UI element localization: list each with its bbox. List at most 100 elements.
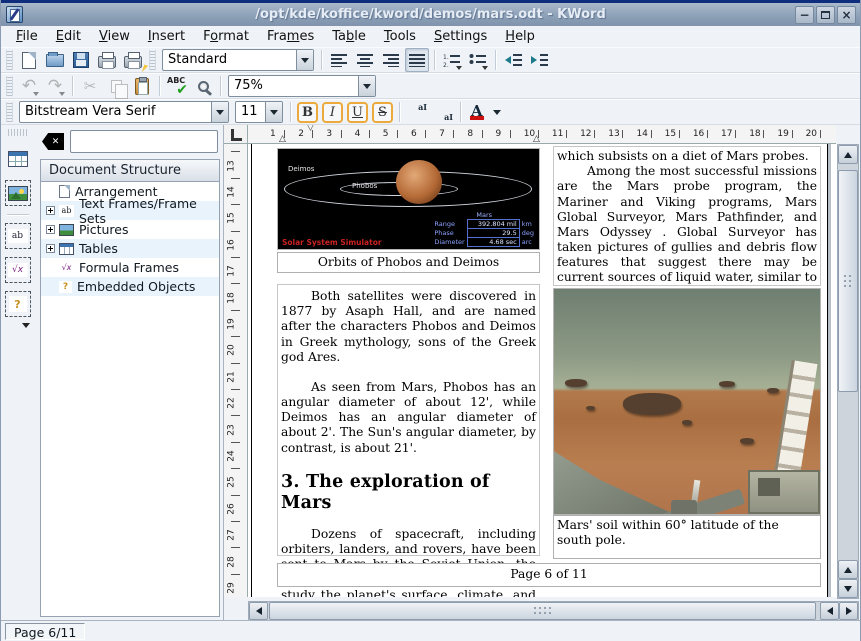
zoom-combo[interactable]: 75% bbox=[228, 75, 376, 97]
toolbar-drag-handle[interactable] bbox=[6, 76, 13, 96]
paragraph-style-combo[interactable]: Standard bbox=[162, 49, 314, 71]
solar-system-simulator-image[interactable]: Deimos Phobos Solar System Simulator Mar… bbox=[277, 148, 540, 250]
titlebar[interactable]: /opt/kde/koffice/kword/demos/mars.odt - … bbox=[1, 0, 860, 26]
menu-frames[interactable]: Frames bbox=[258, 27, 323, 46]
align-justify-button[interactable] bbox=[405, 48, 429, 72]
insert-picture-button[interactable] bbox=[5, 180, 31, 206]
tree-item-embedded-objects[interactable]: ? Embedded Objects bbox=[41, 277, 219, 296]
menu-edit[interactable]: Edit bbox=[47, 27, 90, 46]
scroll-right-button[interactable] bbox=[839, 602, 858, 620]
combo-dropdown-button[interactable] bbox=[211, 102, 228, 122]
expander-plus-icon[interactable] bbox=[46, 225, 55, 234]
font-size-combo[interactable]: 11 bbox=[235, 101, 283, 123]
font-color-dropdown-arrow[interactable] bbox=[493, 110, 501, 115]
numbered-list-button[interactable]: 1.2. bbox=[440, 48, 464, 72]
paste-button[interactable] bbox=[130, 74, 154, 98]
scroll-left-button[interactable] bbox=[249, 602, 268, 620]
toolbar-drag-handle[interactable] bbox=[8, 129, 28, 136]
undo-button[interactable]: ↶ bbox=[17, 74, 41, 98]
document-canvas[interactable]: Deimos Phobos Solar System Simulator Mar… bbox=[248, 144, 837, 597]
first-line-indent-marker[interactable]: ▽ bbox=[307, 125, 314, 133]
minimize-button[interactable]: − bbox=[795, 6, 814, 24]
insert-object-button[interactable]: ? bbox=[5, 291, 31, 317]
subscript-button[interactable]: AaI bbox=[431, 100, 455, 124]
cut-button[interactable]: ✂ bbox=[78, 74, 102, 98]
right-text-frame[interactable]: which subsists on a diet of Mars probes.… bbox=[553, 146, 821, 286]
expander-plus-icon[interactable] bbox=[46, 206, 55, 215]
orbits-caption-frame[interactable]: Orbits of Phobos and Deimos bbox=[277, 252, 540, 273]
document-icon bbox=[59, 185, 70, 198]
horizontal-scrollbar[interactable] bbox=[248, 601, 859, 621]
v-ruler[interactable]: 121314151617181920212223242526272829 bbox=[224, 144, 248, 597]
combo-dropdown-button[interactable] bbox=[265, 102, 282, 122]
toolbar-drag-handle[interactable] bbox=[149, 50, 156, 70]
redo-button[interactable]: ↷ bbox=[43, 74, 67, 98]
menu-file[interactable]: File bbox=[7, 27, 47, 46]
insert-table-button[interactable] bbox=[5, 146, 31, 172]
new-document-button[interactable] bbox=[17, 48, 41, 72]
tree-item-text-frames[interactable]: ab Text Frames/Frame Sets bbox=[41, 201, 219, 220]
underline-button[interactable]: U bbox=[347, 102, 368, 123]
maximize-button[interactable] bbox=[816, 6, 835, 24]
vertical-scrollbar-thumb[interactable] bbox=[838, 170, 858, 392]
align-right-button[interactable] bbox=[379, 48, 403, 72]
document-page[interactable]: Deimos Phobos Solar System Simulator Mar… bbox=[251, 144, 828, 597]
expander-plus-icon[interactable] bbox=[46, 244, 55, 253]
left-text-frame[interactable]: Both satellites were discovered in 1877 … bbox=[277, 284, 540, 556]
soil-caption-frame[interactable]: Mars' soil within 60° latitude of the so… bbox=[553, 515, 821, 559]
tree-item-formula-frames[interactable]: √x Formula Frames bbox=[41, 258, 219, 277]
window-title: /opt/kde/koffice/kword/demos/mars.odt - … bbox=[1, 7, 860, 22]
h-ruler[interactable]: 1234567891011121314151617181920 △ ▽ △ bbox=[248, 125, 836, 144]
scroll-left-button-2[interactable] bbox=[820, 602, 839, 620]
italic-button[interactable]: I bbox=[322, 102, 343, 123]
font-size-value: 11 bbox=[236, 102, 265, 122]
menu-view[interactable]: View bbox=[90, 27, 139, 46]
spellcheck-button[interactable]: ABC✔ bbox=[165, 74, 189, 98]
tree-item-tables[interactable]: Tables bbox=[41, 239, 219, 258]
clear-filter-button[interactable]: ✕ bbox=[42, 133, 64, 150]
open-button[interactable] bbox=[43, 48, 67, 72]
save-button[interactable] bbox=[69, 48, 93, 72]
print-button[interactable] bbox=[95, 48, 119, 72]
insert-text-frame-button[interactable]: ab bbox=[5, 223, 31, 249]
combo-dropdown-button[interactable] bbox=[296, 50, 313, 70]
zoom-tool-button[interactable] bbox=[191, 74, 215, 98]
strikethrough-button[interactable]: S bbox=[372, 102, 393, 123]
toolbar-drag-handle[interactable] bbox=[6, 50, 13, 70]
horizontal-scrollbar-thumb[interactable] bbox=[269, 602, 816, 620]
insert-formula-button[interactable]: √x bbox=[5, 257, 31, 283]
bold-button[interactable]: B bbox=[297, 102, 318, 123]
ruler-corner-tab-selector[interactable] bbox=[224, 125, 248, 144]
scroll-up-button[interactable] bbox=[838, 145, 858, 164]
menu-tools[interactable]: Tools bbox=[375, 27, 425, 46]
menu-table[interactable]: Table bbox=[323, 27, 375, 46]
superscript-button[interactable]: AaI bbox=[405, 100, 429, 124]
close-button[interactable]: × bbox=[837, 6, 856, 24]
increase-indent-button[interactable] bbox=[527, 48, 551, 72]
dropdown-arrow-icon bbox=[59, 92, 65, 96]
copy-button[interactable] bbox=[104, 74, 128, 98]
scroll-down-button[interactable] bbox=[838, 579, 858, 598]
decrease-indent-button[interactable] bbox=[501, 48, 525, 72]
rock bbox=[719, 381, 735, 387]
toolbar-drag-handle[interactable] bbox=[6, 102, 13, 122]
menu-insert[interactable]: Insert bbox=[139, 27, 194, 46]
menu-settings[interactable]: Settings bbox=[425, 27, 496, 46]
bullet-list-button[interactable] bbox=[466, 48, 490, 72]
right-indent-marker[interactable]: △ bbox=[533, 135, 540, 144]
align-center-button[interactable] bbox=[353, 48, 377, 72]
mars-surface-photo[interactable] bbox=[553, 288, 821, 515]
align-left-button[interactable] bbox=[327, 48, 351, 72]
font-color-button[interactable]: A bbox=[466, 101, 488, 123]
left-indent-marker[interactable]: △ bbox=[279, 135, 286, 144]
combo-dropdown-button[interactable] bbox=[358, 76, 375, 96]
menu-help[interactable]: Help bbox=[496, 27, 544, 46]
font-family-combo[interactable]: Bitstream Vera Serif bbox=[19, 101, 229, 123]
menu-format[interactable]: Format bbox=[194, 27, 258, 46]
vertical-scrollbar[interactable] bbox=[837, 144, 859, 599]
scroll-up-button-2[interactable] bbox=[838, 560, 858, 579]
structure-filter-input[interactable] bbox=[70, 130, 218, 153]
page-footer-frame[interactable]: Page 6 of 11 bbox=[277, 563, 821, 587]
print-preview-button[interactable] bbox=[121, 48, 145, 72]
toolbar-overflow-arrow[interactable] bbox=[22, 323, 30, 328]
